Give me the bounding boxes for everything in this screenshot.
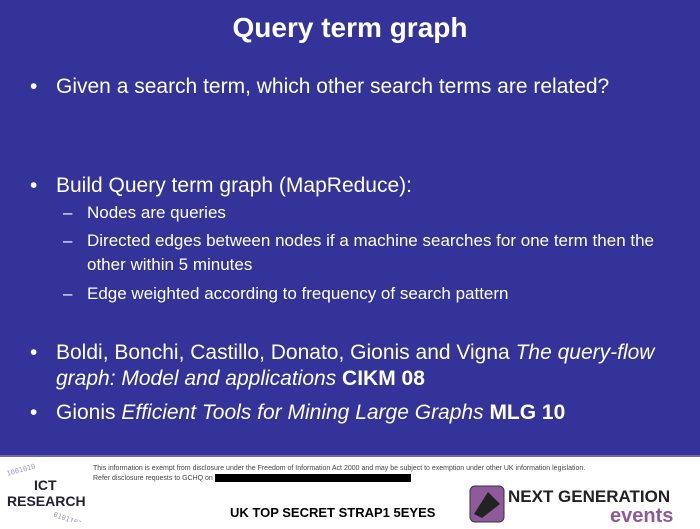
sub-bullet-text: Edge weighted according to frequency of …: [87, 284, 509, 303]
bullet-icon: •: [30, 401, 38, 424]
citation-authors: Gionis: [56, 401, 122, 424]
bullet: • Build Query term graph (MapReduce):: [30, 173, 666, 199]
svg-text:ICT: ICT: [34, 477, 57, 493]
refer-text: Refer disclosure requests to GCHQ on: [93, 474, 215, 482]
sub-bullet: – Directed edges between nodes if a machi…: [63, 229, 677, 277]
bullet-icon: •: [30, 341, 38, 364]
bullet-text: Build Query term graph (MapReduce):: [56, 174, 412, 197]
svg-text:0101101: 0101101: [52, 511, 82, 522]
svg-text:RESEARCH: RESEARCH: [7, 493, 86, 509]
sub-bullet: – Edge weighted according to frequency of…: [63, 282, 677, 306]
citation: Gionis Efficient Tools for Mining Large …: [56, 400, 666, 426]
classification-marking: UK TOP SECRET STRAP1 5EYES: [230, 505, 436, 520]
sub-bullet-text: Nodes are queries: [87, 203, 226, 222]
citation-venue: CIKM 08: [336, 367, 425, 390]
citation: Boldi, Bonchi, Castillo, Donato, Gionis …: [56, 340, 666, 392]
sub-bullet-text: Directed edges between nodes if a machin…: [87, 231, 655, 274]
disclosure-line: Refer disclosure requests to GCHQ on: [93, 474, 411, 482]
next-generation-events-logo: NEXT GENERATION events: [468, 484, 698, 527]
disclaimer: This information is exempt from disclosu…: [93, 465, 586, 472]
svg-text:events: events: [610, 505, 673, 524]
bullet: • Boldi, Bonchi, Castillo, Donato, Gionis…: [30, 340, 666, 392]
dash-icon: –: [63, 284, 73, 303]
divider: [0, 455, 700, 457]
ict-research-logo: 1001010 ICT RESEARCH 0101101: [4, 460, 94, 528]
bullet-icon: •: [30, 75, 38, 98]
dash-icon: –: [63, 231, 73, 250]
slide-title: Query term graph: [232, 12, 468, 43]
dash-icon: –: [63, 203, 73, 222]
citation-title: Efficient Tools for Mining Large Graphs: [121, 401, 484, 424]
citation-venue: MLG 10: [483, 401, 566, 424]
slide: Query term graph • Given a search term, w…: [0, 0, 700, 455]
redaction-bar: [214, 474, 411, 482]
bullet: • Gionis Efficient Tools for Mining Large…: [30, 400, 666, 426]
bullet-text: Given a search term, which other search …: [56, 75, 610, 98]
sub-bullet: – Nodes are queries: [63, 201, 677, 225]
citation-authors: Boldi, Bonchi, Castillo, Donato, Gionis …: [56, 341, 516, 364]
bullet-icon: •: [30, 174, 38, 197]
svg-text:1001010: 1001010: [6, 462, 37, 477]
bullet: • Given a search term, which other search…: [30, 74, 666, 100]
svg-text:NEXT GENERATION: NEXT GENERATION: [508, 487, 670, 506]
